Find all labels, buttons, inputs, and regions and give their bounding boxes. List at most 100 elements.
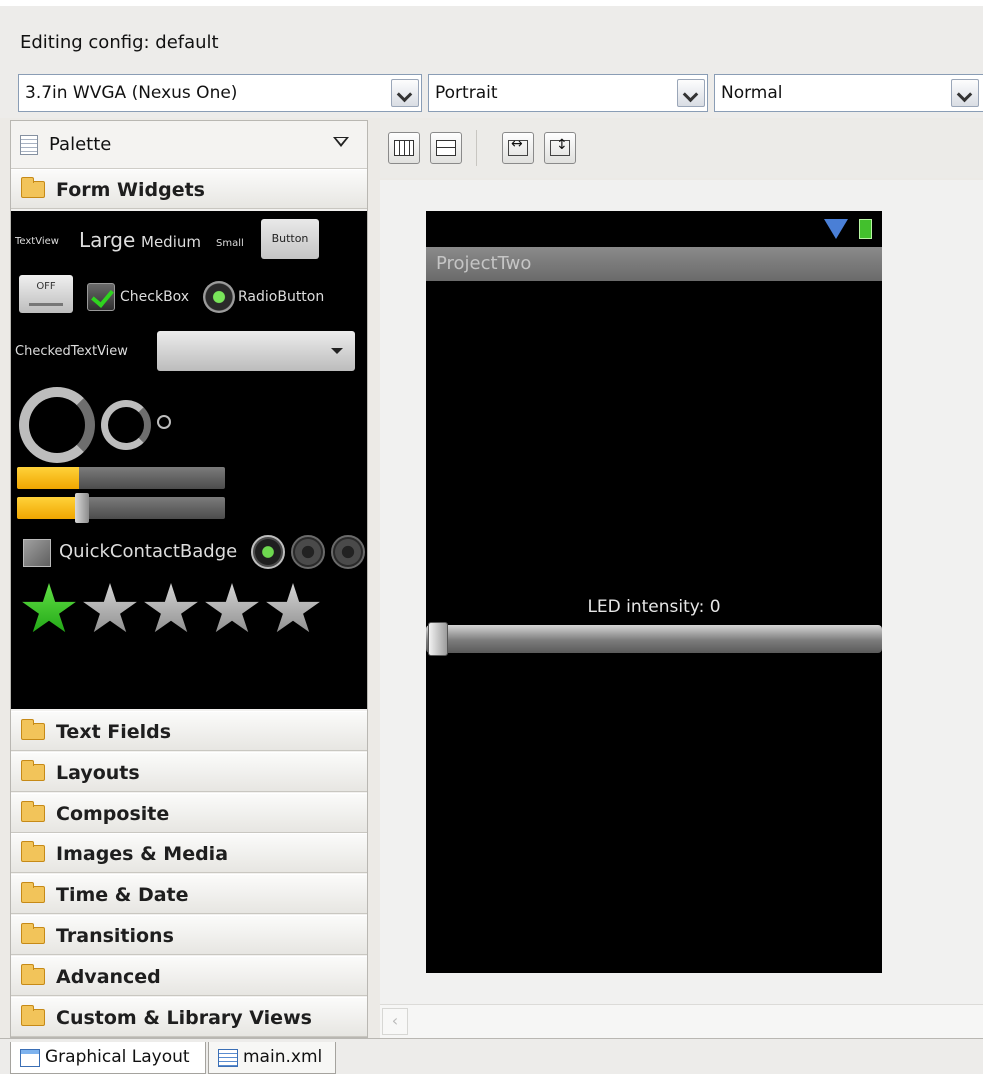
battery-icon <box>859 219 872 239</box>
tab-label: main.xml <box>243 1047 323 1067</box>
layout-toolbar <box>380 120 983 178</box>
layout-canvas[interactable]: ProjectTwo LED intensity: 0 <box>380 180 983 1004</box>
open-folder-icon <box>21 177 45 198</box>
tab-graphical-layout[interactable]: Graphical Layout <box>10 1042 206 1074</box>
widget-spinner[interactable] <box>157 331 355 371</box>
chevron-down-icon[interactable] <box>391 79 419 107</box>
widget-large-text[interactable]: Large <box>79 228 135 252</box>
category-custom-library-views[interactable]: Custom & Library Views <box>11 996 367 1037</box>
horizontal-scrollbar[interactable]: ‹ <box>380 1004 983 1038</box>
category-advanced[interactable]: Advanced <box>11 955 367 996</box>
widget-radio-icon[interactable] <box>203 281 235 313</box>
star-icon[interactable] <box>83 583 137 633</box>
chevron-down-icon[interactable] <box>951 79 979 107</box>
app-title-bar: ProjectTwo <box>426 247 882 281</box>
category-label: Layouts <box>56 761 140 784</box>
category-label: Form Widgets <box>56 179 205 201</box>
widget-progress-large[interactable] <box>19 387 95 463</box>
category-images-media[interactable]: Images & Media <box>11 833 367 874</box>
form-widgets-preview: TextView Large Medium Small Button OFF C… <box>11 211 367 709</box>
editing-config-label: Editing config: default <box>20 32 219 53</box>
status-bar <box>426 211 882 247</box>
tab-main-xml[interactable]: main.xml <box>208 1042 336 1074</box>
category-label: Text Fields <box>56 721 172 743</box>
folder-icon <box>21 800 45 822</box>
widget-radio-icon[interactable] <box>331 535 365 569</box>
category-label: Custom & Library Views <box>56 1006 312 1029</box>
toggle-label: OFF <box>36 281 56 292</box>
layout-vertical-button[interactable] <box>430 132 462 164</box>
xml-file-icon <box>218 1049 238 1067</box>
seekbar-fill <box>17 497 80 519</box>
widget-checkedtextview[interactable]: CheckedTextView <box>15 344 128 359</box>
palette-title: Palette <box>49 134 112 155</box>
palette-header: Palette <box>11 121 367 169</box>
fill-width-button[interactable] <box>502 132 534 164</box>
scroll-left-icon[interactable]: ‹ <box>382 1008 408 1035</box>
folder-icon <box>21 841 45 863</box>
contact-badge-icon[interactable] <box>23 539 51 567</box>
category-label: Images & Media <box>56 843 229 866</box>
layout-horizontal-button[interactable] <box>388 132 420 164</box>
widget-textview[interactable]: TextView <box>15 236 59 247</box>
category-layouts[interactable]: Layouts <box>11 751 367 792</box>
palette-icon <box>20 135 38 155</box>
folder-icon <box>21 882 45 904</box>
widget-seekbar[interactable] <box>17 497 225 519</box>
widget-quickcontactbadge[interactable]: QuickContactBadge <box>59 541 237 562</box>
folder-icon <box>21 1004 45 1026</box>
widget-progress-medium[interactable] <box>101 400 151 450</box>
widget-checkbox-icon[interactable] <box>87 283 115 311</box>
seekbar-thumb[interactable] <box>75 493 89 523</box>
editor-tabs: Graphical Layout main.xml <box>0 1038 983 1074</box>
star-icon[interactable] <box>22 583 76 633</box>
category-composite[interactable]: Composite <box>11 792 367 833</box>
star-icon[interactable] <box>205 583 259 633</box>
widget-checkbox[interactable]: CheckBox <box>120 289 189 305</box>
category-form-widgets[interactable]: Form Widgets <box>11 169 367 209</box>
category-label: Transitions <box>56 925 174 947</box>
widget-progress-small[interactable] <box>157 415 171 429</box>
palette-menu-icon[interactable] <box>333 137 351 151</box>
folder-icon <box>21 759 45 781</box>
widget-toggle-button[interactable]: OFF <box>19 275 73 313</box>
columns-icon <box>394 140 414 156</box>
device-select-value: 3.7in WVGA (Nexus One) <box>25 83 238 103</box>
folder-icon <box>21 963 45 985</box>
widget-small-text[interactable]: Small <box>216 238 244 249</box>
fill-height-button[interactable] <box>544 132 576 164</box>
category-transitions[interactable]: Transitions <box>11 915 367 955</box>
widget-button[interactable]: Button <box>261 219 319 259</box>
widget-radio-icon[interactable] <box>291 535 325 569</box>
horizontal-arrows-icon <box>508 136 528 156</box>
widget-radio-icon[interactable] <box>251 535 285 569</box>
orientation-select-value: Portrait <box>435 83 498 103</box>
folder-icon <box>21 923 45 944</box>
orientation-select[interactable]: Portrait <box>428 74 708 112</box>
led-intensity-label[interactable]: LED intensity: 0 <box>426 597 882 617</box>
theme-select[interactable]: Normal <box>714 74 983 112</box>
widget-medium-text[interactable]: Medium <box>141 233 201 251</box>
chevron-down-icon[interactable] <box>677 79 705 107</box>
star-icon[interactable] <box>144 583 198 633</box>
tab-label: Graphical Layout <box>45 1047 190 1067</box>
widget-progress-horizontal[interactable] <box>17 467 225 489</box>
category-text-fields[interactable]: Text Fields <box>11 711 367 751</box>
signal-icon <box>824 219 848 239</box>
star-icon[interactable] <box>266 583 320 633</box>
seekbar-thumb[interactable] <box>428 622 448 656</box>
category-label: Advanced <box>56 965 161 988</box>
widget-radiobutton[interactable]: RadioButton <box>238 289 324 305</box>
category-time-date[interactable]: Time & Date <box>11 874 367 915</box>
device-select[interactable]: 3.7in WVGA (Nexus One) <box>18 74 422 112</box>
device-screen[interactable]: ProjectTwo LED intensity: 0 <box>426 211 882 973</box>
led-seekbar[interactable] <box>426 622 882 656</box>
layout-icon <box>20 1049 40 1067</box>
vertical-arrows-icon <box>550 137 570 156</box>
app-title: ProjectTwo <box>436 253 532 274</box>
config-toolbar: Editing config: default 3.7in WVGA (Nexu… <box>0 0 983 118</box>
theme-select-value: Normal <box>721 83 783 103</box>
category-label: Time & Date <box>56 884 189 907</box>
toolbar-separator <box>476 130 477 166</box>
folder-icon <box>21 719 45 740</box>
